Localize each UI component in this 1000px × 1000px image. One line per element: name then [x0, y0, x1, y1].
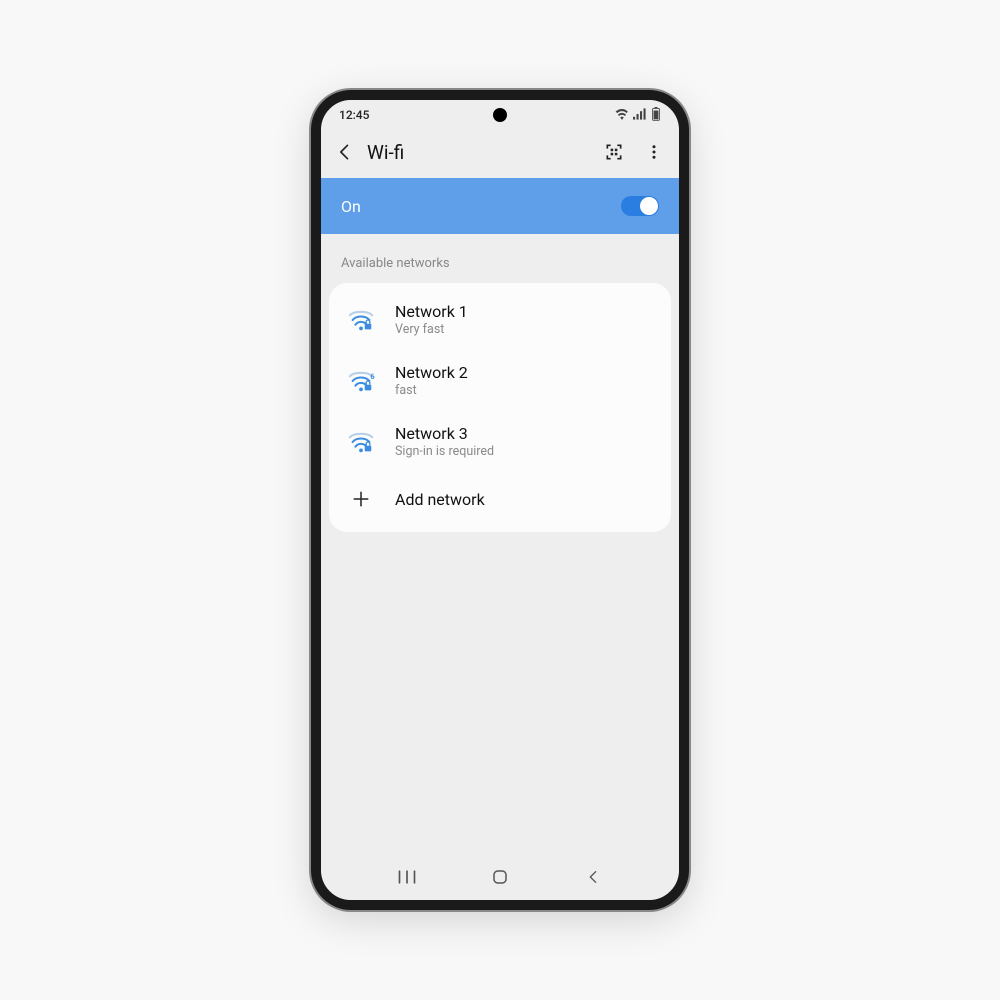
recents-icon: [397, 869, 417, 885]
network-status: fast: [395, 383, 468, 398]
qr-code-icon: [604, 142, 624, 162]
battery-icon: [651, 107, 661, 124]
nav-back-button[interactable]: [581, 865, 605, 889]
wifi-switch[interactable]: [621, 196, 659, 216]
back-button[interactable]: [333, 140, 357, 164]
signal-icon: [633, 108, 647, 123]
section-header: Available networks: [321, 234, 679, 283]
home-icon: [491, 868, 509, 886]
more-vertical-icon: [645, 143, 663, 161]
front-camera: [493, 108, 507, 122]
networks-card: Network 1 Very fast 6: [329, 283, 671, 532]
status-right: [615, 107, 661, 124]
chevron-left-icon: [335, 142, 355, 162]
navigation-bar: [321, 854, 679, 900]
network-status: Very fast: [395, 322, 468, 337]
network-item-1[interactable]: Network 1 Very fast: [329, 289, 671, 350]
home-button[interactable]: [488, 865, 512, 889]
wifi-secured-icon: [347, 306, 375, 334]
network-name: Network 3: [395, 424, 494, 443]
network-text: Network 2 fast: [395, 363, 468, 398]
screen: 12:45 Wi-fi: [321, 100, 679, 900]
qr-scan-button[interactable]: [603, 141, 625, 163]
wifi-6-secured-icon: 6: [347, 367, 375, 395]
page-title: Wi-fi: [367, 141, 593, 164]
more-options-button[interactable]: [643, 141, 665, 163]
plus-icon: [347, 485, 375, 513]
header: Wi-fi: [321, 130, 679, 178]
recents-button[interactable]: [395, 865, 419, 889]
wifi-status-icon: [615, 108, 629, 123]
add-network-button[interactable]: Add network: [329, 472, 671, 526]
network-status: Sign-in is required: [395, 444, 494, 459]
status-time: 12:45: [339, 108, 369, 122]
network-name: Network 1: [395, 302, 468, 321]
network-text: Network 3 Sign-in is required: [395, 424, 494, 459]
chevron-left-icon: [585, 869, 601, 885]
network-name: Network 2: [395, 363, 468, 382]
svg-text:6: 6: [370, 372, 375, 381]
network-item-2[interactable]: 6 Network 2 fast: [329, 350, 671, 411]
phone-frame: 12:45 Wi-fi: [311, 90, 689, 910]
wifi-toggle-bar[interactable]: On: [321, 178, 679, 234]
header-actions: [603, 141, 665, 163]
wifi-secured-icon: [347, 428, 375, 456]
add-label: Add network: [395, 490, 485, 509]
network-text: Network 1 Very fast: [395, 302, 468, 337]
toggle-label: On: [341, 197, 361, 216]
network-item-3[interactable]: Network 3 Sign-in is required: [329, 411, 671, 472]
